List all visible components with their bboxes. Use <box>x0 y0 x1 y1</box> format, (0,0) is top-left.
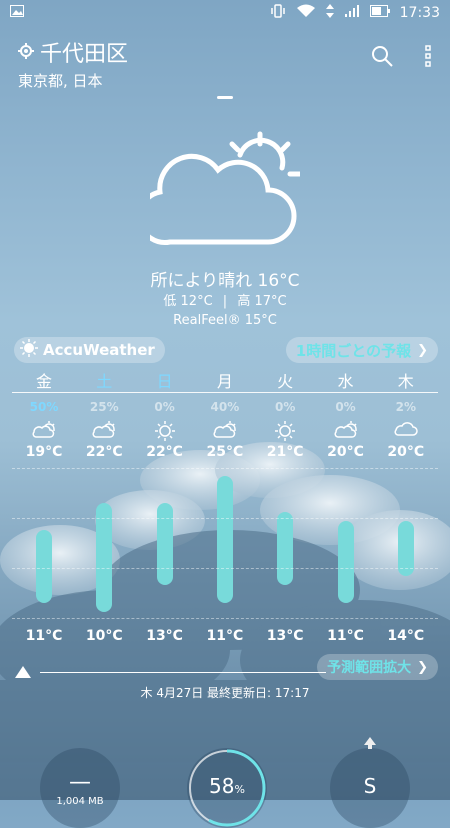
wind-gauge[interactable]: S <box>330 737 410 828</box>
today-high: 17°C <box>254 294 287 309</box>
precip-chance: 2% <box>395 400 416 414</box>
forecast-high-temp: 20°C <box>327 444 364 460</box>
precip-chance: 40% <box>210 400 240 414</box>
forecast-low-temp: 14°C <box>387 628 425 644</box>
forecast-low-temp: 11°C <box>25 628 63 644</box>
humidity-value: 58 <box>209 774 235 798</box>
location-target-icon <box>18 40 34 65</box>
temp-range-bar <box>36 530 52 603</box>
data-arrows-icon <box>325 4 334 22</box>
chevron-right-icon: ❯ <box>417 659 428 675</box>
temp-range-bar <box>216 476 233 603</box>
cloudy-icon <box>376 420 436 442</box>
forecast-low-temp: 13°C <box>266 628 304 644</box>
forecast-day-label[interactable]: 日 <box>135 368 195 392</box>
temp-range-bar <box>156 503 173 585</box>
grid-line <box>12 568 438 569</box>
forecast-low-temp: 11°C <box>327 628 364 644</box>
page-indicator <box>217 96 233 99</box>
temp-range-bar <box>277 512 294 585</box>
divider <box>12 392 438 393</box>
temp-range-bar <box>337 521 354 603</box>
realfeel-temp: RealFeel® 15°C <box>173 313 277 328</box>
accuweather-logo[interactable]: AccuWeather <box>14 337 165 363</box>
pressure-dash-icon: — <box>69 770 91 795</box>
forecast-high-temp: 19°C <box>25 444 63 460</box>
sun-logo-icon <box>20 339 38 361</box>
battery-icon <box>369 5 390 21</box>
vibrate-icon <box>270 4 286 22</box>
forecast-low-temp: 11°C <box>206 628 244 644</box>
wind-direction-arrow-icon <box>364 734 376 753</box>
forecast-high-temp: 22°C <box>85 444 123 460</box>
precip-chance: 0% <box>335 400 356 414</box>
precip-chance: 0% <box>154 400 175 414</box>
forecast-high-temp: 22°C <box>146 444 183 460</box>
partly-sunny-icon <box>316 420 376 442</box>
sunny-icon <box>255 420 315 442</box>
clock: 17:33 <box>399 5 440 21</box>
forecast-day-label[interactable]: 木 <box>376 368 436 392</box>
signal-icon <box>344 4 360 22</box>
wind-direction: S <box>363 774 377 798</box>
expand-range-button[interactable]: 予測範囲拡大 ❯ <box>317 654 438 680</box>
overflow-menu-icon[interactable] <box>424 44 432 72</box>
gallery-notification-icon <box>10 5 24 21</box>
wifi-icon <box>296 4 316 22</box>
pressure-value: 1,004 MB <box>56 796 104 807</box>
hourly-forecast-button[interactable]: 1時間ごとの予報 ❯ <box>285 337 438 363</box>
forecast-high-temp: 25°C <box>206 444 244 460</box>
forecast-day-label[interactable]: 土 <box>74 368 134 392</box>
range-slider-track[interactable] <box>40 672 326 673</box>
partly-sunny-icon <box>14 420 74 442</box>
status-bar: 17:33 <box>0 0 450 28</box>
today-low-high: 低 12°C | 高 17°C <box>163 294 287 309</box>
forecast-high-temp: 21°C <box>266 444 304 460</box>
range-slider-handle[interactable] <box>14 664 32 683</box>
pressure-gauge[interactable]: — 1,004 MB <box>40 748 120 828</box>
forecast-day-label[interactable]: 月 <box>195 368 255 392</box>
partly-sunny-icon <box>137 130 303 254</box>
precip-chance: 50% <box>29 400 59 414</box>
forecast-high-temp: 20°C <box>387 444 425 460</box>
location-header[interactable]: 千代田区 東京都, 日本 <box>18 36 128 91</box>
sunny-icon <box>135 420 195 442</box>
grid-line <box>12 518 438 519</box>
forecast-low-temp: 10°C <box>85 628 123 644</box>
precip-chance: 0% <box>275 400 296 414</box>
region-name: 東京都, 日本 <box>18 72 103 90</box>
last-updated: 木 4月27日 最終更新日: 17:17 <box>140 686 310 700</box>
city-name: 千代田区 <box>40 42 129 67</box>
today-low: 12°C <box>180 294 213 309</box>
grid-line <box>12 618 438 619</box>
forecast-low-temp: 13°C <box>146 628 183 644</box>
chevron-right-icon: ❯ <box>417 342 428 358</box>
forecast-day-label[interactable]: 火 <box>255 368 315 392</box>
precip-chance: 25% <box>89 400 119 414</box>
search-icon[interactable] <box>370 44 394 72</box>
partly-sunny-icon <box>195 420 255 442</box>
humidity-gauge[interactable]: 58% <box>187 748 267 828</box>
forecast-day-label[interactable]: 金 <box>14 368 74 392</box>
temp-range-bar <box>96 503 113 612</box>
forecast-day-label[interactable]: 水 <box>316 368 376 392</box>
partly-sunny-icon <box>74 420 134 442</box>
grid-line <box>12 468 438 469</box>
current-condition: 所により晴れ 16°C <box>150 271 300 291</box>
